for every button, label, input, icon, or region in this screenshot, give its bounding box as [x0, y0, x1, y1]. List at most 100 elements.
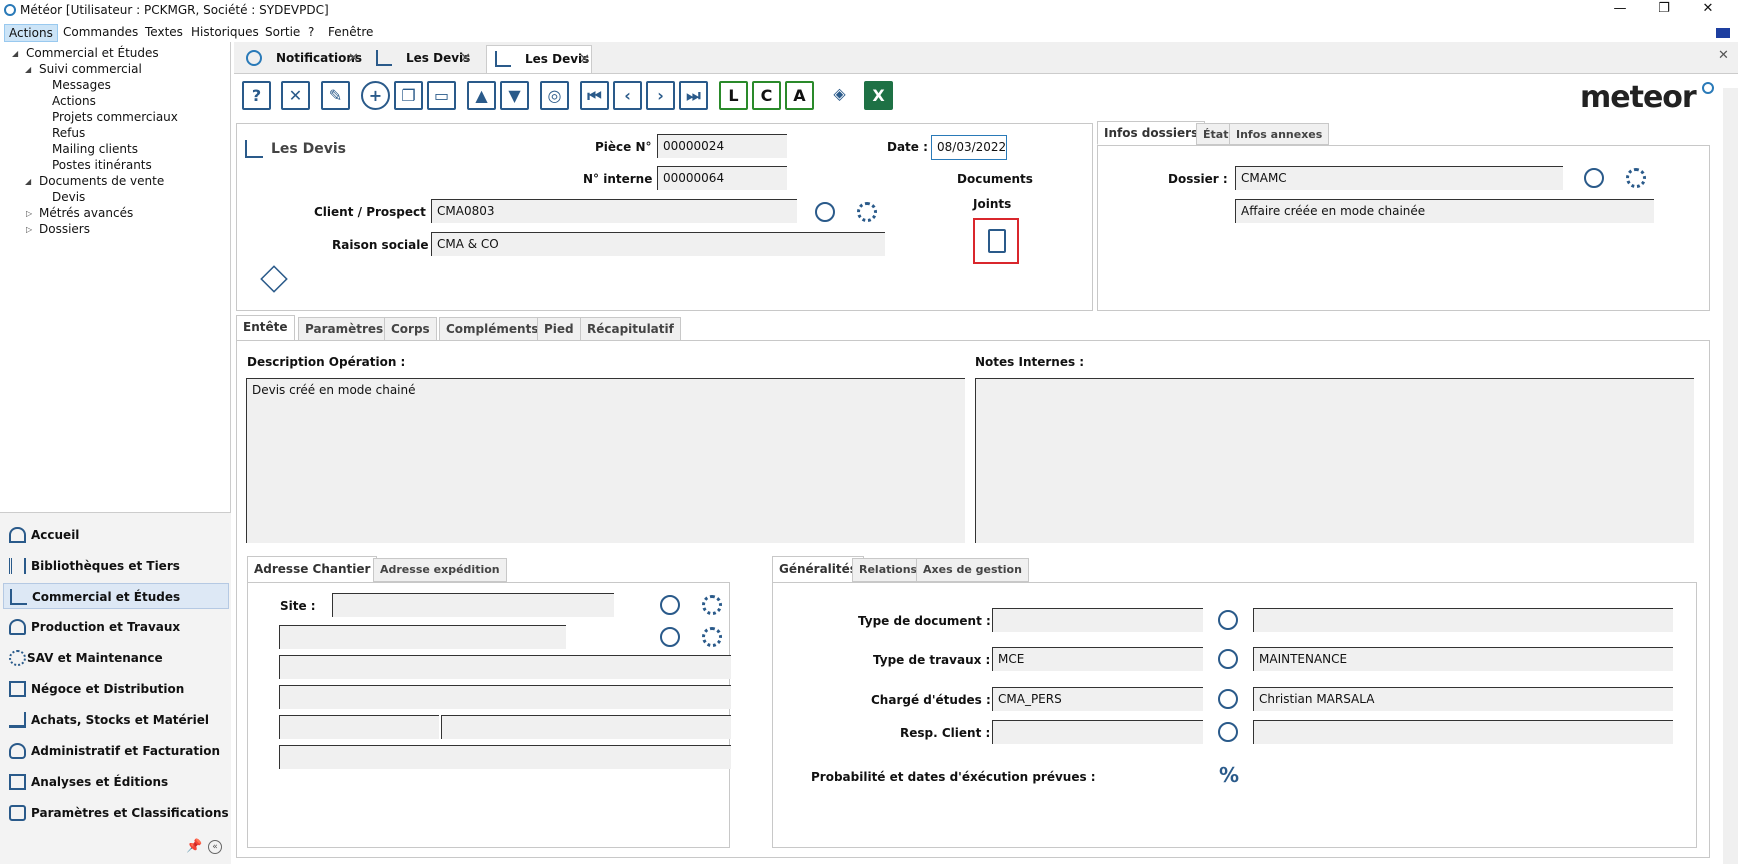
- close-all-tabs-icon[interactable]: ✕: [1718, 48, 1729, 63]
- raison-field[interactable]: CMA & CO: [431, 232, 885, 256]
- charge-etudes-field[interactable]: CMA_PERS: [992, 687, 1203, 711]
- add-line-l-button[interactable]: L: [719, 81, 748, 110]
- add-line-a-button[interactable]: A: [785, 81, 814, 110]
- menu-fenetre[interactable]: Fenêtre: [324, 24, 377, 42]
- delete-button[interactable]: ▭: [427, 81, 456, 110]
- menu-sortie[interactable]: Sortie: [261, 24, 304, 42]
- type-travaux-desc-field[interactable]: MAINTENANCE: [1253, 647, 1673, 671]
- type-travaux-lookup-icon[interactable]: [1218, 649, 1238, 669]
- tree-item-postes[interactable]: Postes itinérants: [52, 158, 152, 172]
- nav-accueil[interactable]: Accueil: [3, 522, 229, 548]
- move-up-button[interactable]: ▲: [467, 81, 496, 110]
- interne-field[interactable]: 00000064: [657, 166, 787, 190]
- nav-bibliotheques[interactable]: Bibliothèques et Tiers: [3, 553, 229, 579]
- type-travaux-field[interactable]: MCE: [992, 647, 1203, 671]
- tree-root-commercial[interactable]: Commercial et Études: [26, 46, 159, 60]
- type-document-desc-field[interactable]: [1253, 608, 1673, 632]
- tab-recapitulatif[interactable]: Récapitulatif: [580, 317, 681, 341]
- document-attachment-icon[interactable]: [973, 218, 1019, 264]
- tab-infos-dossiers[interactable]: Infos dossiers: [1097, 121, 1206, 145]
- address-line-2-field[interactable]: [279, 655, 731, 679]
- menu-actions[interactable]: Actions: [4, 24, 58, 42]
- cancel-button[interactable]: ✕: [281, 81, 310, 110]
- collapse-triangle-icon[interactable]: ▷: [26, 225, 32, 234]
- pin-icon[interactable]: 📌: [186, 839, 202, 854]
- address-line-3-field[interactable]: [279, 685, 731, 709]
- tab-infos-annexes[interactable]: Infos annexes: [1229, 123, 1330, 145]
- add-button[interactable]: +: [361, 81, 390, 110]
- site-field[interactable]: [332, 593, 614, 617]
- tree-metres[interactable]: Métrés avancés: [39, 206, 133, 220]
- nav-achats[interactable]: Achats, Stocks et Matériel: [3, 707, 229, 733]
- percent-icon[interactable]: %: [1219, 763, 1239, 787]
- tab-parametres[interactable]: Paramètres: [298, 317, 391, 341]
- nav-administratif[interactable]: Administratif et Facturation: [3, 738, 229, 764]
- nav-sav[interactable]: SAV et Maintenance: [3, 645, 229, 671]
- resp-client-desc-field[interactable]: [1253, 720, 1673, 744]
- nav-commercial[interactable]: Commercial et Études: [3, 583, 229, 609]
- client-lookup-icon[interactable]: [815, 202, 835, 222]
- layers-icon[interactable]: [260, 265, 288, 293]
- restore-button[interactable]: ❐: [1644, 0, 1684, 20]
- tree-item-projets[interactable]: Projets commerciaux: [52, 110, 178, 124]
- search-binoculars-button[interactable]: ◎: [540, 81, 569, 110]
- charge-etudes-lookup-icon[interactable]: [1218, 689, 1238, 709]
- tab-adresse-expedition[interactable]: Adresse expédition: [373, 558, 507, 582]
- expand-triangle-icon[interactable]: ◢: [12, 49, 18, 58]
- copy-button[interactable]: ❐: [394, 81, 423, 110]
- date-field[interactable]: 08/03/2022: [931, 135, 1007, 160]
- tree-documents-vente[interactable]: Documents de vente: [39, 174, 164, 188]
- tab-pied[interactable]: Pied: [537, 317, 581, 341]
- nav-analyses[interactable]: Analyses et Éditions: [3, 769, 229, 795]
- piece-field[interactable]: 00000024: [657, 134, 787, 158]
- tab-les-devis-1[interactable]: Les Devis ✕: [368, 45, 474, 73]
- tab-notifications[interactable]: Notifications ✕: [238, 45, 362, 73]
- minimize-button[interactable]: —: [1600, 0, 1640, 20]
- tab-complements[interactable]: Compléments: [439, 317, 546, 341]
- resp-client-field[interactable]: [992, 720, 1203, 744]
- nav-negoce[interactable]: Négoce et Distribution: [3, 676, 229, 702]
- last-record-button[interactable]: ⏭: [679, 81, 708, 110]
- address-lookup-icon[interactable]: [660, 627, 680, 647]
- tab-relations[interactable]: Relations: [852, 558, 925, 582]
- country-field[interactable]: [279, 745, 731, 769]
- add-line-c-button[interactable]: C: [752, 81, 781, 110]
- tree-item-actions[interactable]: Actions: [52, 94, 96, 108]
- tree-item-mailing[interactable]: Mailing clients: [52, 142, 138, 156]
- previous-record-button[interactable]: ‹: [613, 81, 642, 110]
- tree-suivi-commercial[interactable]: Suivi commercial: [39, 62, 142, 76]
- tree-item-devis[interactable]: Devis: [52, 190, 85, 204]
- edit-button[interactable]: ✎: [321, 81, 350, 110]
- description-textarea[interactable]: Devis créé en mode chainé: [246, 378, 965, 543]
- address-line-1-field[interactable]: [279, 625, 566, 649]
- nav-production[interactable]: Production et Travaux: [3, 614, 229, 640]
- type-document-field[interactable]: [992, 608, 1203, 632]
- menu-commandes[interactable]: Commandes: [59, 24, 142, 42]
- help-button[interactable]: ?: [242, 81, 271, 110]
- dossier-lookup-icon[interactable]: [1584, 168, 1604, 188]
- collapse-triangle-icon[interactable]: ▷: [26, 209, 32, 218]
- close-window-button[interactable]: ✕: [1688, 0, 1728, 20]
- next-record-button[interactable]: ›: [646, 81, 675, 110]
- tab-generalites[interactable]: Généralités: [772, 556, 864, 583]
- nav-parametres[interactable]: Paramètres et Classifications: [3, 800, 229, 826]
- expand-triangle-icon[interactable]: ◢: [25, 65, 31, 74]
- address-settings-gear-icon[interactable]: [702, 627, 722, 647]
- client-field[interactable]: CMA0803: [431, 199, 797, 223]
- close-tab-icon[interactable]: ✕: [579, 52, 590, 67]
- dossier-settings-gear-icon[interactable]: [1626, 168, 1646, 188]
- collapse-panel-icon[interactable]: «: [208, 840, 222, 854]
- first-record-button[interactable]: ⏮: [580, 81, 609, 110]
- menu-historiques[interactable]: Historiques: [187, 24, 263, 42]
- client-settings-gear-icon[interactable]: [857, 202, 877, 222]
- type-document-lookup-icon[interactable]: [1218, 610, 1238, 630]
- excel-export-button[interactable]: X: [864, 81, 893, 110]
- city-field[interactable]: [441, 715, 731, 739]
- tree-item-messages[interactable]: Messages: [52, 78, 111, 92]
- tab-adresse-chantier[interactable]: Adresse Chantier: [247, 556, 378, 583]
- menu-help[interactable]: ?: [304, 24, 318, 42]
- site-settings-gear-icon[interactable]: [702, 595, 722, 615]
- close-tab-icon[interactable]: ✕: [348, 51, 359, 66]
- tree-item-refus[interactable]: Refus: [52, 126, 85, 140]
- expand-triangle-icon[interactable]: ◢: [25, 177, 31, 186]
